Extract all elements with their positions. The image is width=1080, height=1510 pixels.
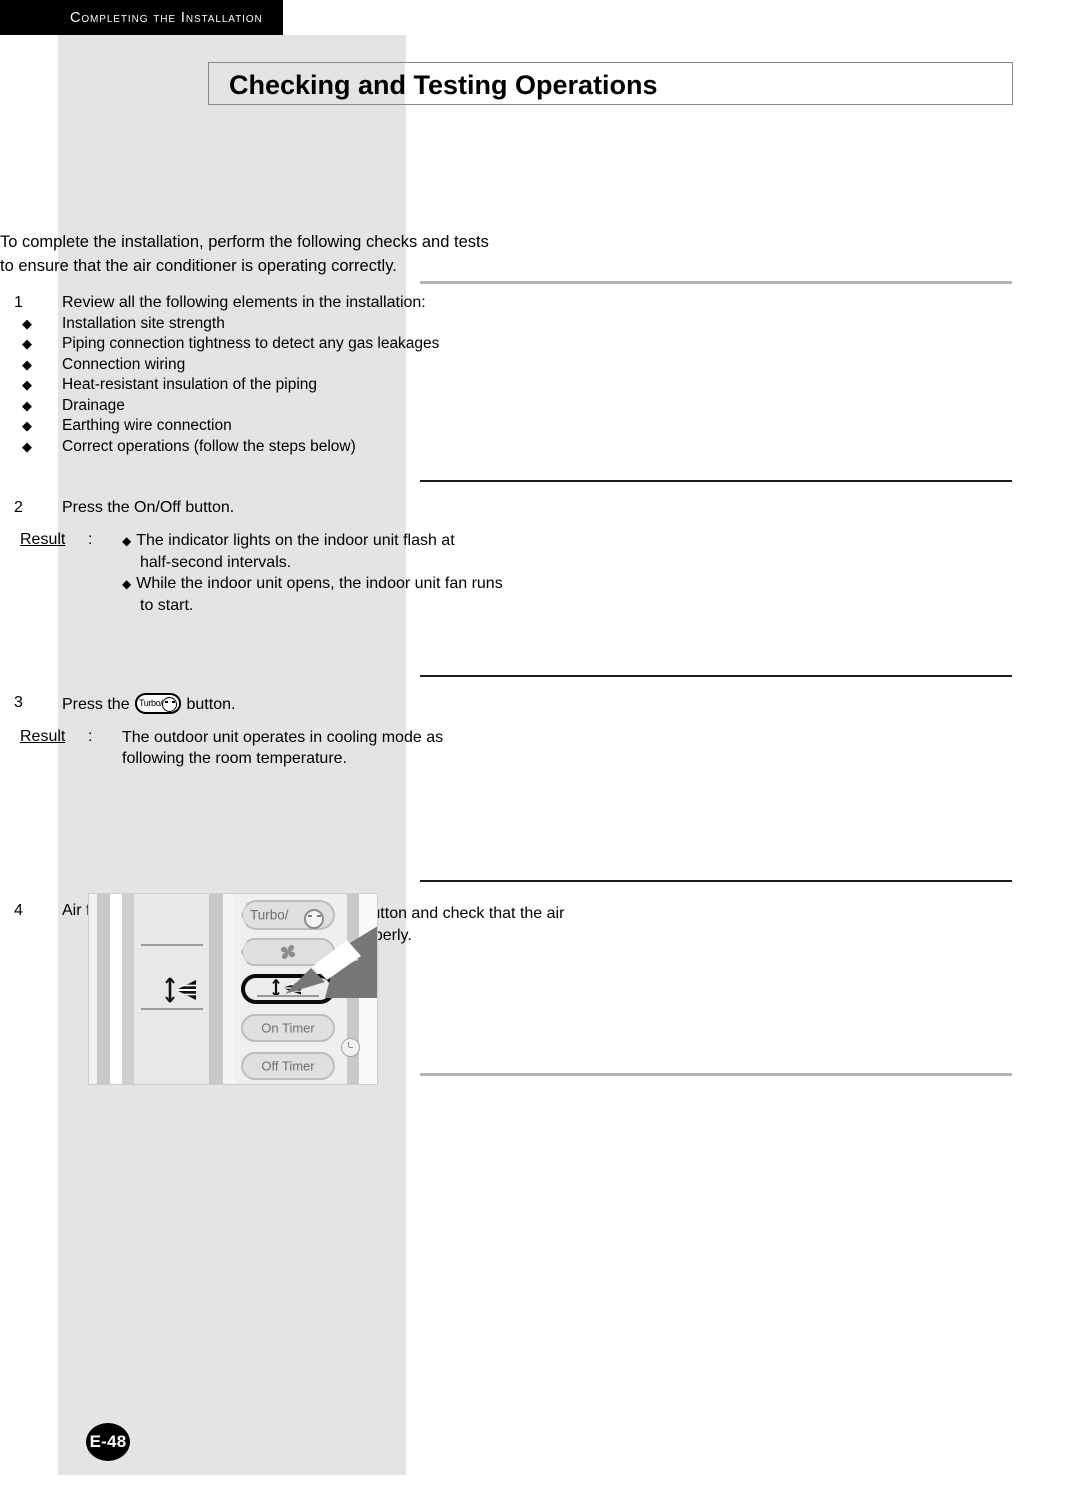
result-bullet-1: ◆ The indicator lights on the indoor unit…: [122, 530, 600, 552]
remote-strip: [223, 894, 235, 1084]
list-item: ◆ Installation site strength: [0, 314, 600, 335]
remote-on-timer-label: On Timer: [261, 1020, 315, 1036]
diamond-bullet-icon: ◆: [122, 576, 132, 591]
step-3: 3 Press the Turbo/ button. Result : The …: [0, 693, 600, 769]
diamond-bullet-icon: ◆: [22, 438, 32, 454]
diamond-bullet-icon: ◆: [22, 336, 32, 351]
list-item-label: Earthing wire connection: [62, 417, 232, 434]
list-item: ◆ Drainage: [0, 396, 600, 417]
running-head-tab: Completing the Installation: [0, 0, 283, 35]
fan-icon: [280, 944, 296, 960]
result-text-line-1: The outdoor unit operates in cooling mod…: [122, 728, 444, 746]
remote-fan-speed-button[interactable]: [241, 938, 335, 966]
result-colon: :: [88, 530, 93, 548]
list-item: ◆ Correct operations (follow the steps b…: [0, 437, 600, 458]
remote-strip: [122, 894, 134, 1084]
step-2-heading: Press the On/Off button.: [62, 499, 235, 516]
remote-on-timer-button[interactable]: On Timer: [241, 1014, 335, 1042]
result-label: Result: [20, 530, 66, 548]
result-bullet-1-cont: half-second intervals.: [140, 553, 292, 571]
divider-step-1: [420, 480, 1012, 482]
result-bullet-2-cont: to start.: [140, 596, 194, 614]
result-bullet-2: ◆ While the indoor unit opens, the indoor…: [122, 573, 600, 595]
step-1-bullet-list: ◆ Installation site strength ◆ Piping co…: [0, 314, 600, 458]
result-bullet-1-text: The indicator lights on the indoor unit …: [136, 531, 455, 549]
step-1-heading: Review all the following elements in the…: [62, 294, 426, 311]
remote-turbo-button[interactable]: Turbo/: [241, 900, 335, 930]
divider-step-4: [420, 1073, 1012, 1076]
diamond-bullet-icon: ◆: [22, 418, 32, 433]
diamond-bullet-icon: ◆: [22, 397, 32, 413]
result-colon: :: [88, 727, 93, 745]
page-number-badge: E-48: [86, 1423, 130, 1461]
remote-strip: [97, 894, 110, 1084]
air-flow-icon: [165, 977, 196, 1003]
list-item: ◆ Connection wiring: [0, 355, 600, 376]
step-2-result: Result : ◆ The indicator lights on the in…: [0, 530, 600, 616]
button-underline: [257, 995, 319, 997]
display-rule-bottom: [141, 1008, 203, 1010]
divider-step-2: [420, 675, 1012, 677]
step-3-result: Result : The outdoor unit operates in co…: [0, 727, 600, 769]
intro-line-1: To complete the installation, perform th…: [0, 233, 489, 251]
result-bullet-2-text: While the indoor unit opens, the indoor …: [136, 574, 503, 592]
display-rule-top: [141, 944, 203, 946]
step-1-number: 1: [14, 294, 23, 311]
step-2-number: 2: [14, 499, 23, 516]
list-item: ◆ Earthing wire connection: [0, 416, 600, 437]
list-item-label: Correct operations (follow the steps bel…: [62, 437, 356, 455]
step-3-text-after: button.: [186, 696, 236, 713]
intro-line-2: to ensure that the air conditioner is op…: [0, 257, 397, 275]
step-3-heading: Press the Turbo/ button.: [62, 693, 600, 716]
remote-control-illustration: Turbo/ On Timer Off Timer: [88, 893, 378, 1085]
remote-strip: [209, 894, 223, 1084]
remote-strip: [359, 894, 377, 1084]
diamond-bullet-icon: ◆: [22, 315, 32, 331]
remote-strip: [89, 894, 97, 1084]
remote-off-timer-label: Off Timer: [261, 1058, 315, 1074]
intro-paragraph: To complete the installation, perform th…: [0, 230, 600, 278]
step-4-text-after: button and check that the air: [362, 905, 565, 922]
diamond-bullet-icon: ◆: [22, 377, 32, 392]
page-title-box: Checking and Testing Operations: [208, 62, 1013, 105]
remote-air-flow-direction-button[interactable]: [241, 974, 335, 1004]
remote-strip: [110, 894, 122, 1084]
list-item: ◆ Piping connection tightness to detect …: [0, 334, 600, 355]
list-item-label: Installation site strength: [62, 314, 225, 332]
list-item-label: Drainage: [62, 396, 125, 414]
list-item-label: Connection wiring: [62, 355, 186, 373]
diamond-bullet-icon: ◆: [22, 356, 32, 372]
step-3-text-before: Press the: [62, 696, 130, 713]
running-head-label: Completing the Installation: [70, 10, 263, 26]
sleep-face-icon: [162, 697, 178, 712]
clock-icon: [341, 1038, 360, 1057]
step-3-number: 3: [14, 694, 23, 711]
result-text-line-2: following the room temperature.: [122, 749, 347, 767]
turbo-button-icon: Turbo/: [135, 693, 182, 714]
result-label: Result: [20, 727, 66, 745]
step-2: 2 Press the On/Off button. Result : ◆ The…: [0, 498, 600, 616]
sleep-face-icon: [304, 909, 324, 929]
turbo-button-label: Turbo/: [139, 698, 163, 708]
list-item-label: Piping connection tightness to detect an…: [62, 335, 440, 352]
page-title: Checking and Testing Operations: [229, 70, 658, 100]
remote-off-timer-button[interactable]: Off Timer: [241, 1052, 335, 1080]
diamond-bullet-icon: ◆: [122, 533, 132, 548]
step-4-number: 4: [14, 902, 23, 919]
step-1: 1 Review all the following elements in t…: [0, 293, 600, 457]
list-item: ◆ Heat-resistant insulation of the pipin…: [0, 375, 600, 396]
page-number: E-48: [89, 1432, 127, 1451]
list-item-label: Heat-resistant insulation of the piping: [62, 376, 318, 393]
divider-step-3: [420, 880, 1012, 882]
divider-intro: [420, 281, 1012, 284]
